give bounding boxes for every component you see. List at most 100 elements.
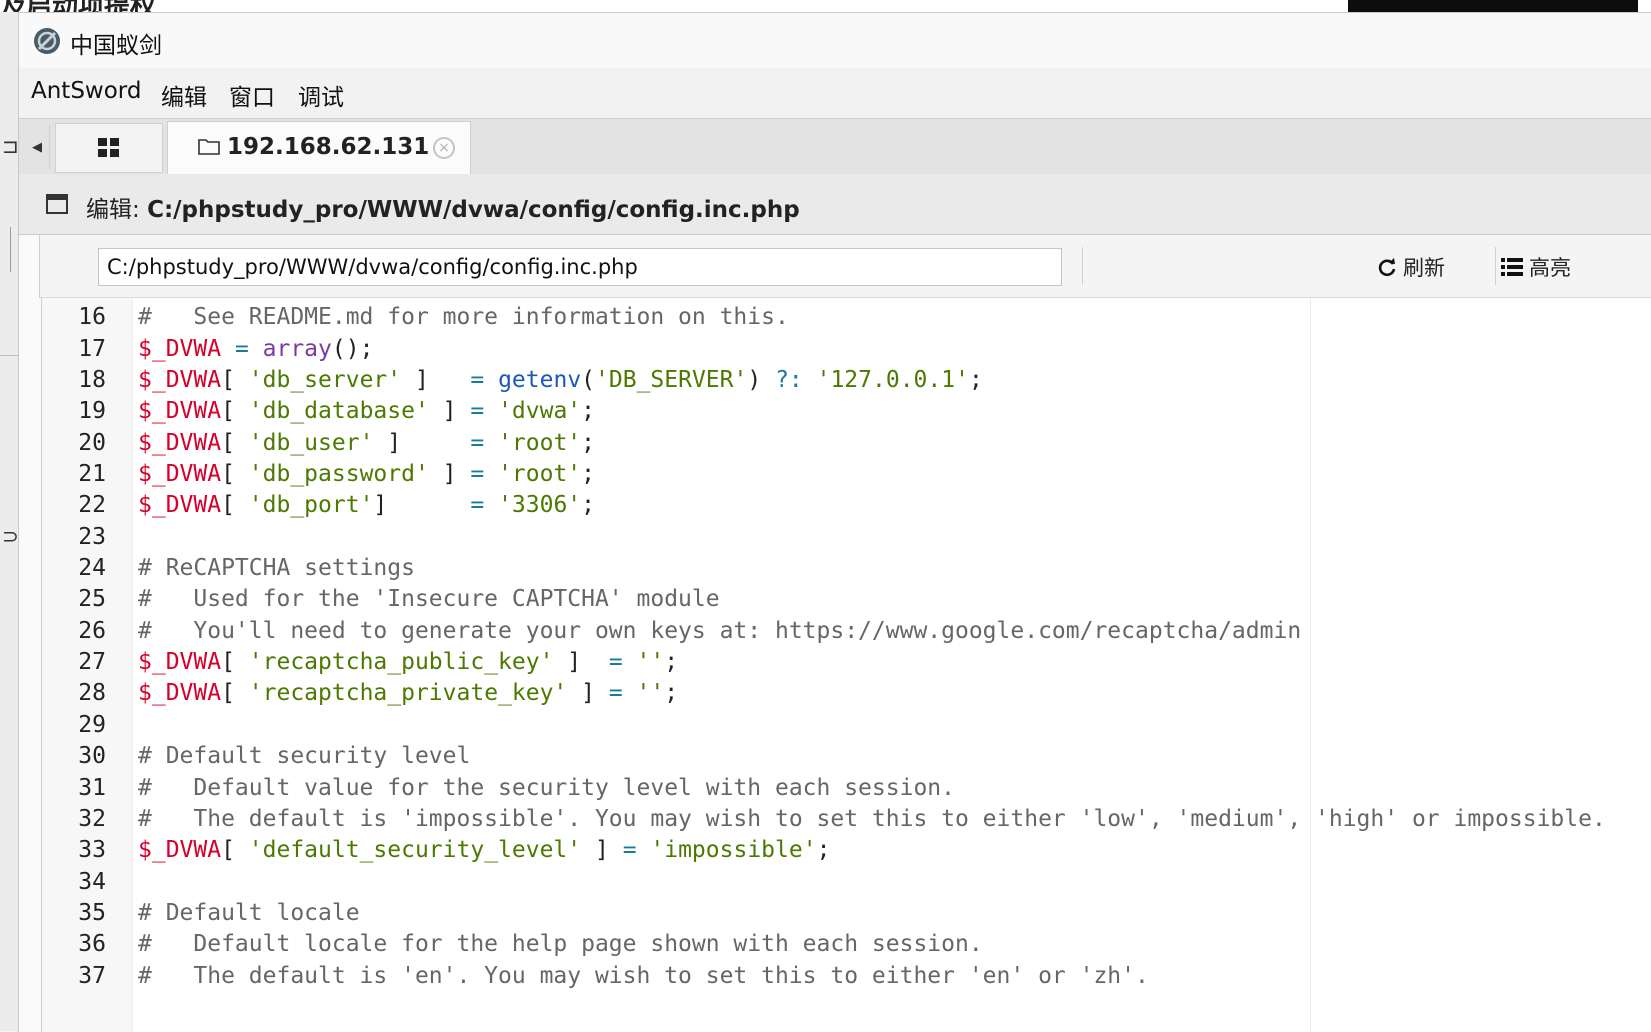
line-text: # See README.md for more information on …	[138, 302, 789, 333]
code-token: # Default security level	[138, 743, 471, 770]
code-token: ;	[664, 680, 679, 707]
code-token: =	[221, 335, 263, 362]
line-text: $_DVWA[ 'recaptcha_private_key' ] = '';	[138, 678, 678, 709]
code-token: =	[470, 461, 499, 488]
code-lines: 15# If you are using MariaDB then you ca…	[42, 298, 1651, 992]
code-line: 34	[42, 867, 1651, 898]
code-token: 'db_server'	[248, 367, 402, 394]
toolbar-divider	[1495, 247, 1496, 285]
code-line: 37 # The default is 'en'. You may wish to…	[42, 961, 1651, 992]
code-line: 26 # You'll need to generate your own key…	[42, 616, 1651, 647]
code-line: 18 $_DVWA[ 'db_server' ] = getenv('DB_SER…	[42, 365, 1651, 396]
code-line: 17 $_DVWA = array();	[42, 334, 1651, 365]
code-token: $_DVWA	[138, 398, 222, 425]
code-token: # Default value for the security level w…	[138, 774, 955, 801]
line-number: 22	[78, 492, 106, 519]
code-token: # The default is 'en'. You may wish to s…	[138, 962, 1149, 989]
code-token: ''	[636, 649, 665, 676]
line-number: 29	[78, 711, 106, 738]
refresh-button[interactable]: 刷新	[1377, 249, 1445, 285]
code-token: $_DVWA	[138, 649, 222, 676]
tab-scroll-left-button[interactable]: ◀	[25, 125, 50, 169]
code-line: 35 # Default locale	[42, 898, 1651, 929]
background-glyph: ⊃	[2, 524, 19, 548]
highlight-button[interactable]: 高亮	[1501, 249, 1571, 285]
line-number: 27	[78, 649, 106, 676]
line-text: $_DVWA[ 'db_port'] = '3306';	[138, 490, 595, 521]
line-number: 34	[78, 868, 106, 895]
line-text: $_DVWA[ 'db_database' ] = 'dvwa';	[138, 396, 595, 427]
code-line: 32 # The default is 'impossible'. You may…	[42, 804, 1651, 835]
tab-dashboard[interactable]	[55, 123, 163, 173]
code-token: )	[747, 367, 776, 394]
code-token: =	[470, 367, 499, 394]
tab-close-icon[interactable]: ×	[433, 137, 455, 159]
line-number: 35	[78, 899, 106, 926]
code-token: 'db_password'	[248, 461, 429, 488]
code-token: ();	[331, 335, 374, 362]
background-glyph: ⊐	[2, 134, 19, 158]
code-line: 16 # See README.md for more information o…	[42, 302, 1651, 333]
line-text: # Default locale	[138, 898, 360, 929]
window-titlebar[interactable]: 中国蚁剑	[19, 13, 1651, 68]
code-token: # You'll need to generate your own keys …	[138, 617, 1302, 644]
file-path-input[interactable]	[98, 248, 1062, 286]
code-token: # If you are using MariaDB then you cann…	[138, 298, 1453, 299]
code-token: ]	[373, 429, 471, 456]
code-token: $_DVWA	[138, 837, 222, 864]
code-token: ;	[581, 492, 596, 519]
code-token: 'recaptcha_public_key'	[248, 649, 554, 676]
code-token: # Default locale	[138, 899, 360, 926]
code-token: [	[221, 429, 249, 456]
code-editor[interactable]: 15# If you are using MariaDB then you ca…	[41, 298, 1651, 1032]
code-line: 33 $_DVWA[ 'default_security_level' ] = '…	[42, 835, 1651, 866]
code-token: # Default locale for the help page shown…	[138, 931, 983, 958]
highlight-label: 高亮	[1529, 256, 1571, 280]
code-token: ;	[664, 649, 679, 676]
code-token: =	[608, 649, 637, 676]
code-token: 'dvwa'	[498, 398, 582, 425]
code-line: 22 $_DVWA[ 'db_port'] = '3306';	[42, 490, 1651, 521]
code-token: # Used for the 'Insecure CAPTCHA' module	[138, 586, 720, 613]
menu-antsword[interactable]: AntSword	[31, 78, 141, 104]
menu-edit[interactable]: 编辑	[161, 78, 207, 112]
code-line: 24 # ReCAPTCHA settings	[42, 553, 1651, 584]
background-divider	[10, 227, 11, 272]
line-number: 28	[78, 680, 106, 707]
line-number: 20	[78, 429, 106, 456]
code-token: $_DVWA	[138, 429, 222, 456]
code-token: ]	[401, 367, 471, 394]
code-line: 20 $_DVWA[ 'db_user' ] = 'root';	[42, 428, 1651, 459]
window-icon	[46, 194, 68, 214]
code-token: =	[622, 837, 651, 864]
code-token: [	[221, 367, 249, 394]
code-token: $_DVWA	[138, 680, 222, 707]
code-token: =	[470, 492, 499, 519]
menu-debug[interactable]: 调试	[298, 78, 344, 112]
code-token: # See README.md for more information on …	[138, 304, 789, 331]
menu-window[interactable]: 窗口	[229, 78, 275, 112]
refresh-label: 刷新	[1403, 256, 1445, 280]
background-divider	[0, 355, 18, 356]
code-token: 'DB_SERVER'	[595, 367, 748, 394]
code-token: ;	[816, 837, 831, 864]
code-token: ]	[581, 837, 623, 864]
code-line: 31 # Default value for the security level…	[42, 773, 1651, 804]
code-token: ;	[581, 429, 596, 456]
code-token: ''	[636, 680, 665, 707]
code-token: =	[608, 680, 637, 707]
code-token: ;	[581, 398, 596, 425]
code-token: [	[221, 398, 249, 425]
code-token: # The default is 'impossible'. You may w…	[138, 805, 1606, 832]
tab-host[interactable]: 192.168.62.131 ×	[167, 121, 471, 174]
toolbar-divider	[1082, 247, 1083, 285]
list-icon	[1501, 258, 1523, 276]
app-title: 中国蚁剑	[70, 33, 162, 59]
line-number: 21	[78, 461, 106, 488]
code-token: [	[221, 837, 249, 864]
code-token: 'db_port'	[248, 492, 374, 519]
line-number: 16	[78, 304, 106, 331]
code-token: 'db_user'	[248, 429, 374, 456]
code-token: $_DVWA	[138, 492, 222, 519]
code-line: 28 $_DVWA[ 'recaptcha_private_key' ] = ''…	[42, 678, 1651, 709]
